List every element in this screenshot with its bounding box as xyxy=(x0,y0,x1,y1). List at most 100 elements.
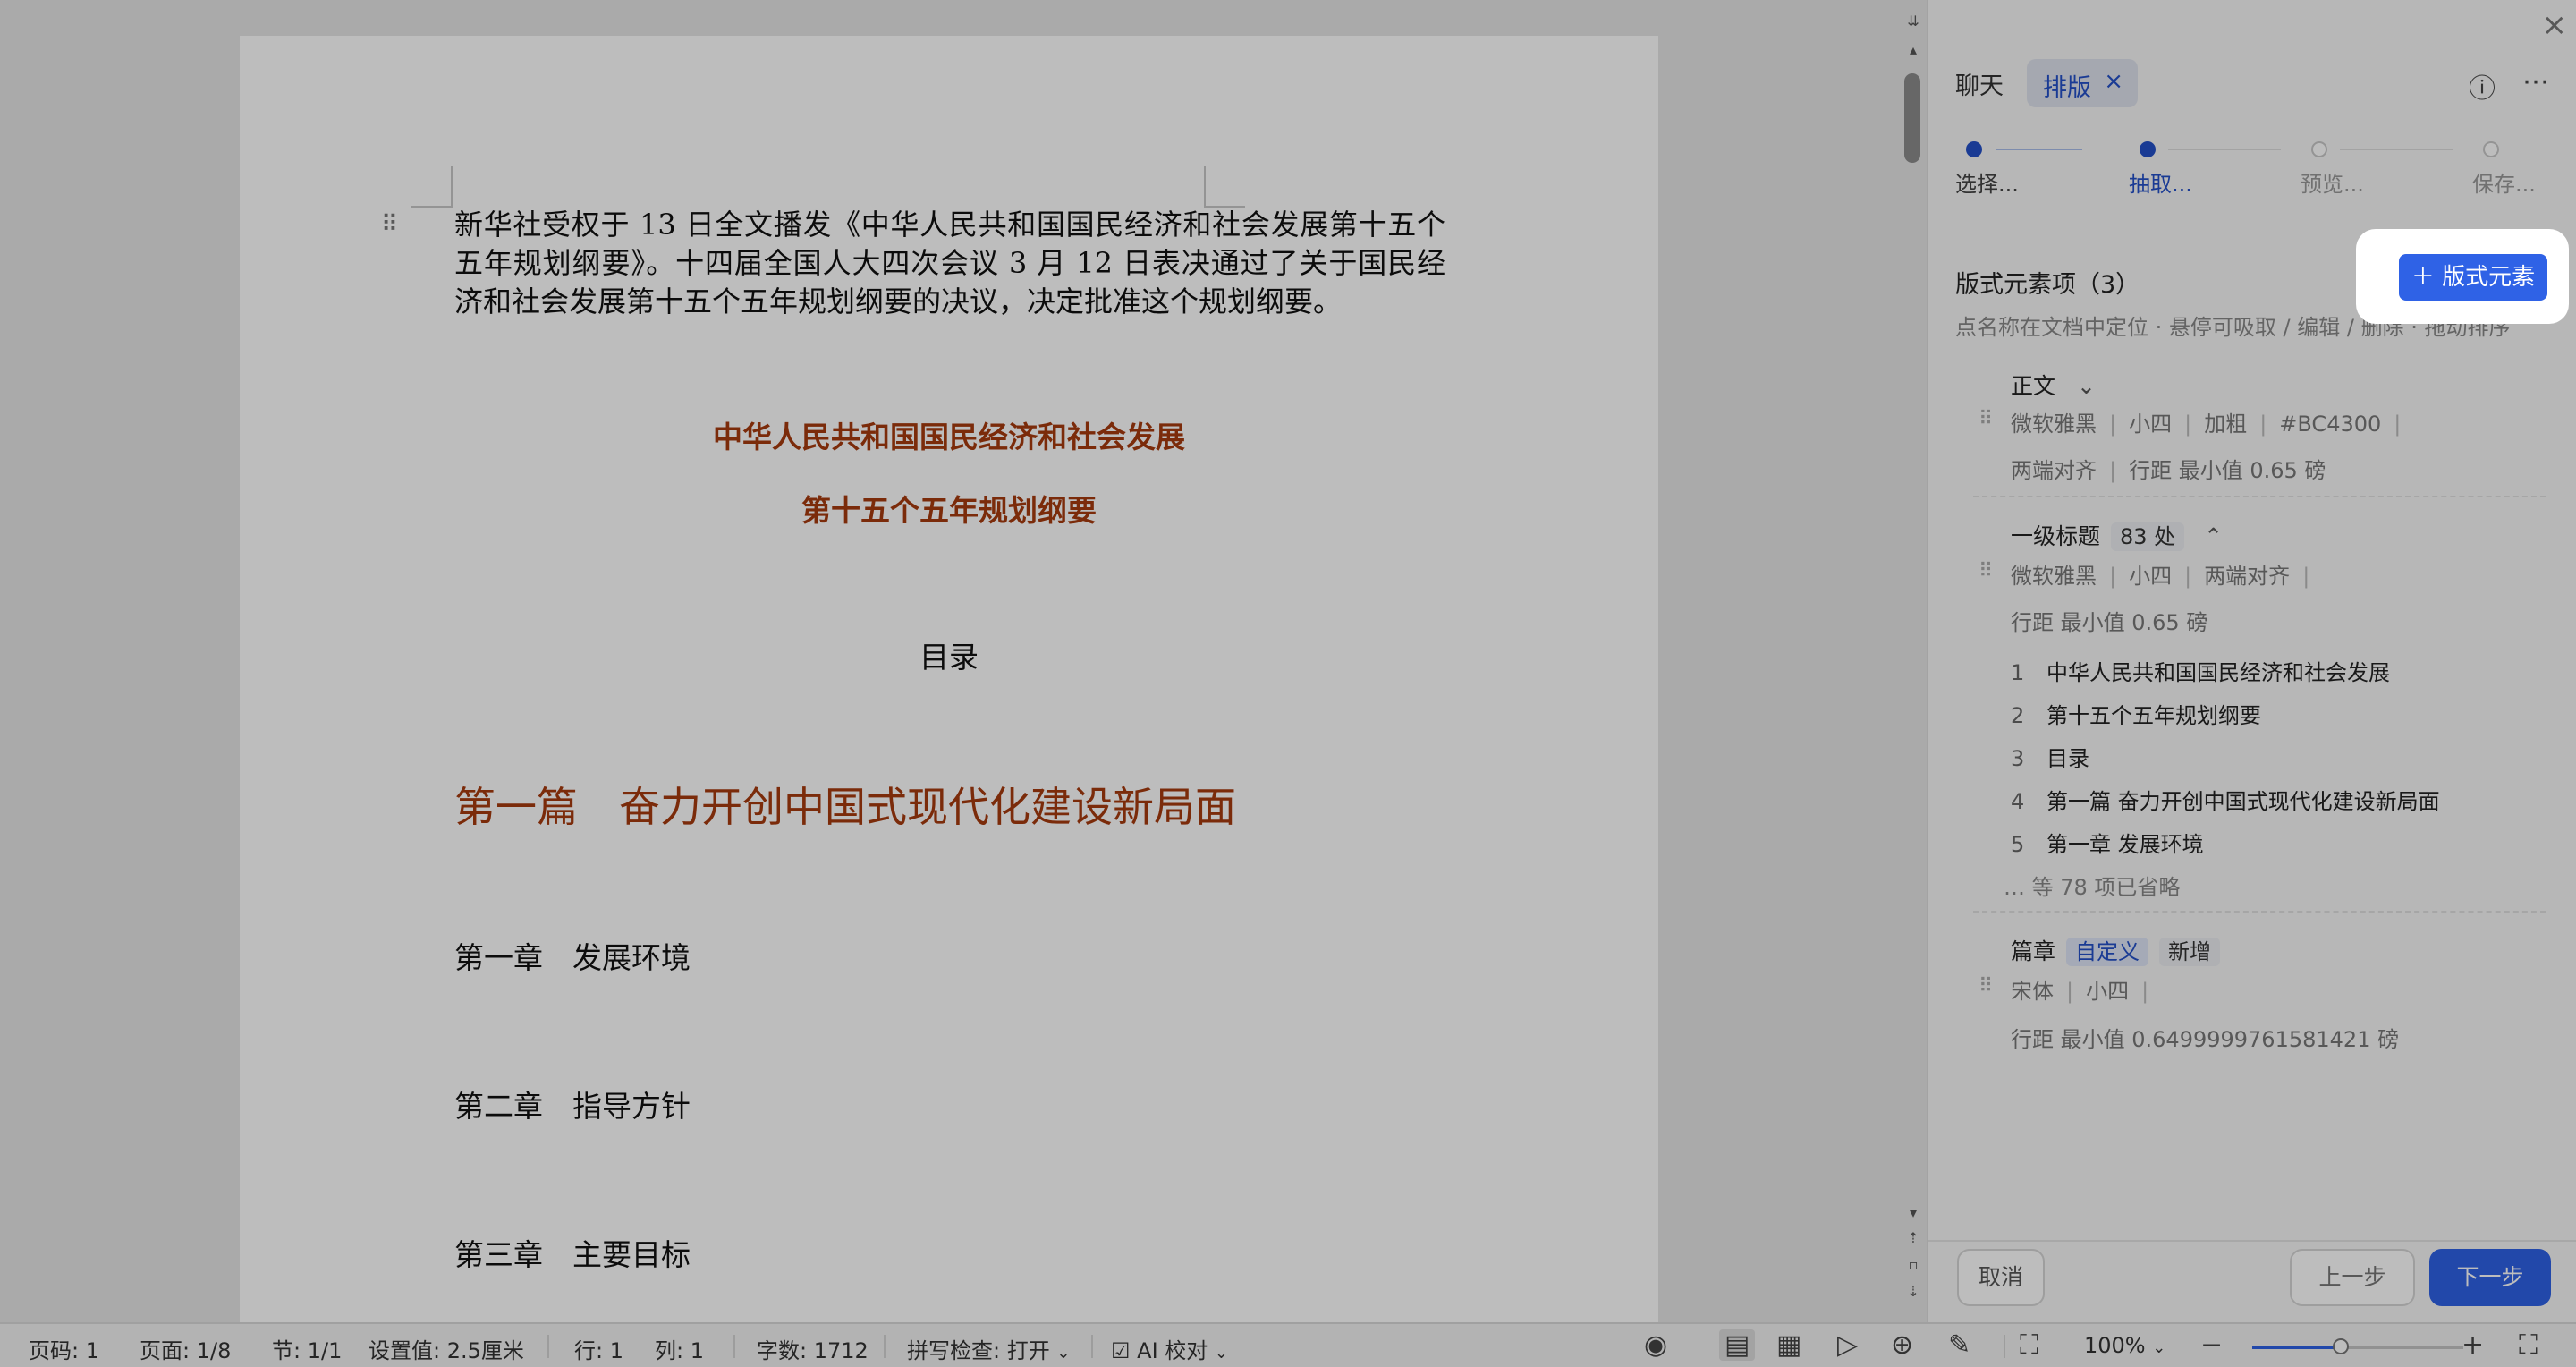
fit-page-icon[interactable]: ⛶ xyxy=(2020,1329,2038,1361)
new-tag: 新增 xyxy=(2159,938,2221,966)
web-view-icon[interactable]: ⊕ xyxy=(1891,1329,1913,1361)
list-item-number: 3 xyxy=(2011,746,2025,771)
add-layout-element-button[interactable]: ＋ 版式元素 xyxy=(2399,254,2547,301)
doc-title-line2: 第十五个五年规划纲要 xyxy=(801,493,1097,528)
split-view-icon[interactable]: ⇊ xyxy=(1900,13,1927,30)
status-separator xyxy=(2004,1335,2005,1358)
status-word-count[interactable]: 字数: 1712 xyxy=(757,1333,869,1364)
outline-view-icon[interactable]: ▦ xyxy=(1776,1329,1801,1361)
status-section[interactable]: 节: 1/1 xyxy=(272,1333,342,1364)
status-col[interactable]: 列: 1 xyxy=(655,1333,704,1364)
next-step-button[interactable]: 下一步 xyxy=(2429,1249,2551,1306)
prop-font: 微软雅黑 xyxy=(2011,564,2097,589)
zoom-slider[interactable] xyxy=(2252,1338,2463,1354)
list-item[interactable]: 5 第一章 发展环境 xyxy=(2011,827,2204,858)
element-name-label: 正文 xyxy=(2011,373,2056,399)
prop-color: #BC4300 xyxy=(2279,412,2382,437)
list-item-number: 4 xyxy=(2011,789,2025,814)
eye-protection-icon[interactable]: ◉ xyxy=(1644,1329,1667,1361)
element-props: 微软雅黑 | 小四 | 两端对齐 | xyxy=(2011,564,2310,589)
tab-chat[interactable]: 聊天 xyxy=(1955,66,2004,101)
prev-page-icon[interactable]: ⇡ xyxy=(1900,1229,1927,1247)
status-row[interactable]: 行: 1 xyxy=(574,1333,623,1364)
list-item-text: 第一章 发展环境 xyxy=(2046,832,2204,857)
prop-align: 两端对齐 xyxy=(2011,458,2097,483)
scroll-down-icon[interactable]: ▾ xyxy=(1900,1204,1927,1222)
chapter-heading: 第三章 主要目标 xyxy=(454,1237,691,1272)
list-item-number: 2 xyxy=(2011,703,2025,728)
status-setting[interactable]: 设置值: 2.5厘米 xyxy=(369,1333,524,1364)
document-area[interactable]: ⠿ 新华社受权于 13 日全文播发《中华人民共和国国民经济和社会发展第十五个五年… xyxy=(0,0,1927,1322)
element-name-chapter[interactable]: 篇章 自定义 新增 xyxy=(2011,934,2221,966)
scrollbar-thumb[interactable] xyxy=(1904,73,1920,163)
cancel-button[interactable]: 取消 xyxy=(1957,1249,2045,1306)
tab-layout[interactable]: 排版 × xyxy=(2027,59,2138,107)
omitted-note: … 等 78 项已省略 xyxy=(2004,875,2181,900)
step-label[interactable]: 保存... xyxy=(2472,166,2536,198)
close-tab-icon[interactable]: × xyxy=(2104,68,2123,95)
list-item[interactable]: 2 第十五个五年规划纲要 xyxy=(2011,698,2261,729)
prop-size: 小四 xyxy=(2129,412,2173,437)
chapter-heading: 第一章 发展环境 xyxy=(454,940,691,975)
chevron-up-icon[interactable]: ⌃ xyxy=(2204,523,2223,549)
fullscreen-icon[interactable]: ⛶ xyxy=(2519,1329,2538,1361)
status-page-code[interactable]: 页码: 1 xyxy=(29,1333,99,1364)
status-spell-check[interactable]: 拼写检查: 打开 ⌄ xyxy=(907,1333,1070,1364)
prop-font: 微软雅黑 xyxy=(2011,412,2097,437)
select-browse-icon[interactable]: ▫ xyxy=(1900,1256,1927,1274)
status-bar: 页码: 1 页面: 1/8 节: 1/1 设置值: 2.5厘米 行: 1 列: … xyxy=(0,1322,2576,1367)
step-label[interactable]: 预览... xyxy=(2301,166,2364,198)
status-page[interactable]: 页面: 1/8 xyxy=(140,1333,231,1364)
chevron-down-icon: ⌄ xyxy=(1056,1344,1071,1363)
step-connector xyxy=(2168,149,2281,150)
status-separator xyxy=(884,1335,886,1358)
status-separator xyxy=(733,1335,735,1358)
zoom-slider-knob[interactable] xyxy=(2333,1338,2350,1354)
element-props: 两端对齐 | 行距 最小值 0.65 磅 xyxy=(2011,458,2326,483)
list-item[interactable]: 4 第一篇 奋力开创中国式现代化建设新局面 xyxy=(2011,784,2440,815)
zoom-in-icon[interactable]: + xyxy=(2462,1329,2484,1361)
zoom-out-icon[interactable]: − xyxy=(2200,1329,2223,1361)
scroll-up-icon[interactable]: ▴ xyxy=(1900,41,1927,59)
drag-handle-icon[interactable]: ⠿ xyxy=(1979,408,1993,430)
element-props: 微软雅黑 | 小四 | 加粗 | #BC4300 | xyxy=(2011,412,2402,437)
chevron-down-icon[interactable]: ⌄ xyxy=(2077,373,2096,399)
zoom-slider-fill xyxy=(2252,1346,2342,1349)
step-dot xyxy=(2483,141,2499,157)
status-ai-check[interactable]: ☑ AI 校对 ⌄ xyxy=(1111,1333,1228,1364)
more-icon[interactable]: ⋯ xyxy=(2522,66,2549,98)
doc-title-line1: 中华人民共和国国民经济和社会发展 xyxy=(713,420,1185,454)
prev-step-button[interactable]: 上一步 xyxy=(2290,1249,2415,1306)
step-connector xyxy=(1996,149,2082,150)
zoom-level[interactable]: 100% ⌄ xyxy=(2084,1333,2165,1358)
vertical-scrollbar[interactable]: ⇊ ▴ ▾ ⇡ ▫ ⇣ xyxy=(1900,0,1927,1322)
list-item-number: 5 xyxy=(2011,832,2025,857)
crop-mark-top-right xyxy=(1204,166,1245,208)
divider xyxy=(1973,496,2546,497)
prop-spacing: 行距 最小值 0.65 磅 xyxy=(2011,610,2208,635)
ai-check-icon: ☑ xyxy=(1111,1338,1131,1363)
step-dot xyxy=(1966,141,1982,157)
prop-font: 宋体 xyxy=(2011,979,2054,1004)
chevron-down-icon: ⌄ xyxy=(1214,1344,1229,1363)
drag-handle-icon[interactable]: ⠿ xyxy=(1979,975,1993,998)
prop-weight: 加粗 xyxy=(2204,412,2248,437)
status-separator xyxy=(1091,1335,1093,1358)
next-page-icon[interactable]: ⇣ xyxy=(1900,1283,1927,1301)
close-icon[interactable]: × xyxy=(2542,7,2568,43)
list-item[interactable]: 3 目录 xyxy=(2011,741,2089,772)
step-label[interactable]: 选择... xyxy=(1955,166,2019,198)
intro-paragraph: 新华社受权于 13 日全文播发《中华人民共和国国民经济和社会发展第十五个五年规划… xyxy=(454,208,1445,318)
step-label[interactable]: 抽取... xyxy=(2129,166,2192,198)
element-name-heading1[interactable]: 一级标题 83 处 ⌃ xyxy=(2011,519,2223,551)
info-icon[interactable]: ⓘ xyxy=(2469,66,2496,106)
paragraph-drag-handle-icon[interactable]: ⠿ xyxy=(381,211,401,238)
play-icon[interactable]: ▷ xyxy=(1837,1329,1858,1361)
list-item-text: 第十五个五年规划纲要 xyxy=(2046,703,2261,728)
prop-align: 两端对齐 xyxy=(2204,564,2291,589)
write-mode-icon[interactable]: ✎ xyxy=(1948,1329,1970,1361)
list-item[interactable]: 1 中华人民共和国国民经济和社会发展 xyxy=(2011,655,2390,686)
drag-handle-icon[interactable]: ⠿ xyxy=(1979,560,1993,582)
page-view-icon[interactable]: ▤ xyxy=(1719,1329,1756,1361)
element-name-body[interactable]: 正文 ⌄ xyxy=(2011,369,2096,401)
